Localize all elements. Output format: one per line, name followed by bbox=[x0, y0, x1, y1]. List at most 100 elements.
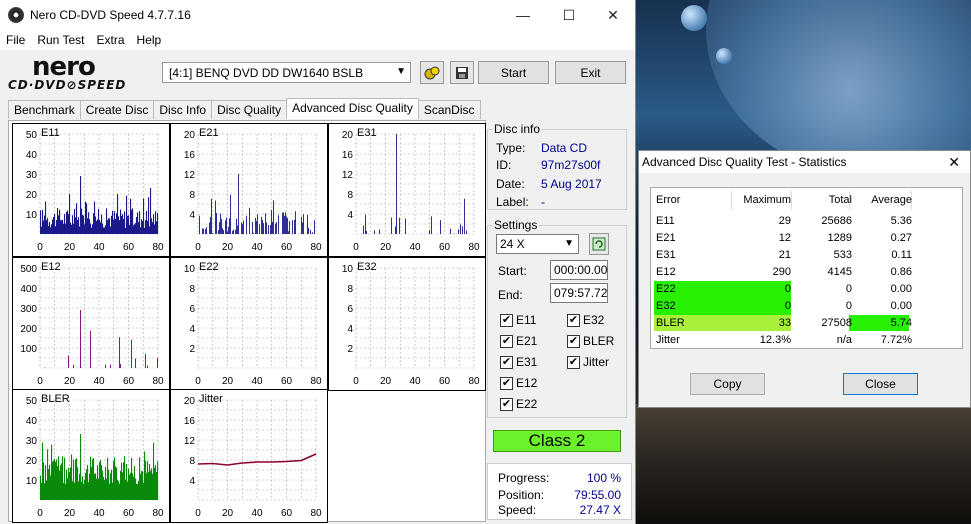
chart-bar bbox=[229, 218, 230, 234]
checkbox-label: E12 bbox=[516, 376, 538, 390]
stats-cell: 29 bbox=[778, 215, 791, 227]
x-tick-label: 20 bbox=[64, 242, 76, 253]
chart-bar bbox=[82, 476, 84, 500]
chart-bar bbox=[144, 227, 146, 234]
checkbox-e21[interactable]: ✔ E21 bbox=[500, 334, 537, 348]
chart-bar bbox=[286, 216, 287, 234]
chart-bar bbox=[226, 217, 227, 234]
chart-bar bbox=[73, 364, 74, 368]
chart-bar bbox=[40, 475, 42, 500]
tab-advanced-disc-quality[interactable]: Advanced Disc Quality bbox=[286, 98, 419, 119]
refresh-drive-button[interactable] bbox=[420, 61, 444, 84]
drive-select[interactable]: [4:1] BENQ DVD DD DW1640 BSLB ▼ bbox=[162, 62, 411, 83]
chart-bar bbox=[220, 213, 221, 234]
y-tick-label: 30 bbox=[26, 436, 38, 447]
title-bar: Nero CD-DVD Speed 4.7.7.16 — ☐ ✕ bbox=[0, 0, 635, 30]
chart-bar bbox=[102, 470, 104, 500]
checkbox-e22[interactable]: ✔ E22 bbox=[500, 397, 537, 411]
chart-bar bbox=[156, 221, 158, 234]
menu-file[interactable]: File bbox=[6, 33, 25, 47]
chart-bar bbox=[228, 227, 229, 234]
start-label: Start: bbox=[498, 264, 527, 278]
chart-bar bbox=[130, 472, 132, 500]
chart-bar bbox=[117, 479, 119, 500]
stats-cell: Jitter bbox=[656, 334, 680, 346]
checkbox-e12[interactable]: ✔ E12 bbox=[500, 376, 537, 390]
checkbox-label: E21 bbox=[516, 334, 538, 348]
chart-bar bbox=[209, 222, 210, 234]
chart-bar bbox=[222, 227, 223, 234]
chart-bar bbox=[141, 219, 143, 234]
chart-bar bbox=[399, 217, 400, 234]
y-tick-label: 6 bbox=[347, 304, 353, 315]
minimize-icon[interactable]: — bbox=[500, 0, 546, 30]
menu-extra[interactable]: Extra bbox=[96, 33, 124, 47]
checkbox-bler[interactable]: ✔ BLER bbox=[567, 334, 614, 348]
maximize-icon[interactable]: ☐ bbox=[546, 0, 592, 30]
chart-bar bbox=[113, 219, 115, 234]
save-button[interactable] bbox=[450, 61, 474, 84]
chart-bar bbox=[140, 473, 142, 500]
chart-bar bbox=[119, 337, 120, 368]
chart-bar bbox=[90, 223, 92, 234]
chart-bar bbox=[74, 208, 76, 234]
start-field[interactable]: 000:00.00 bbox=[550, 260, 608, 280]
chart-bar bbox=[129, 474, 131, 500]
close-button[interactable]: Close bbox=[843, 373, 918, 395]
checkbox-e11[interactable]: ✔ E11 bbox=[500, 313, 536, 327]
chart-bar bbox=[97, 219, 99, 234]
chart-bar bbox=[73, 223, 75, 234]
tab-scandisc[interactable]: ScanDisc bbox=[417, 100, 481, 119]
tab-create-disc[interactable]: Create Disc bbox=[79, 100, 155, 119]
copy-button[interactable]: Copy bbox=[690, 373, 765, 395]
chart-bar bbox=[263, 223, 264, 234]
checkbox-e31[interactable]: ✔ E31 bbox=[500, 355, 537, 369]
chart-bar bbox=[138, 222, 140, 234]
tab-benchmark[interactable]: Benchmark bbox=[8, 100, 81, 119]
chart-bar bbox=[143, 198, 145, 234]
speed-select[interactable]: 24 X ▼ bbox=[496, 234, 579, 254]
stats-cell: 0 bbox=[784, 283, 791, 295]
refresh-speed-button[interactable] bbox=[589, 233, 609, 255]
y-tick-label: 8 bbox=[189, 284, 195, 295]
chart-bar bbox=[62, 456, 64, 500]
date-value: 5 Aug 2017 bbox=[541, 177, 602, 191]
chart-bar bbox=[146, 210, 148, 234]
chart-bar bbox=[58, 456, 60, 500]
chart-e12: 500 400 300 200 100 0 20 40 60 80 E12 bbox=[20, 261, 164, 387]
start-button[interactable]: Start bbox=[478, 61, 549, 84]
chart-bar bbox=[205, 229, 206, 234]
tab-disc-info[interactable]: Disc Info bbox=[153, 100, 213, 119]
chart-bar bbox=[71, 454, 73, 500]
moon-image bbox=[716, 48, 732, 64]
close-icon[interactable]: ✕ bbox=[948, 154, 960, 171]
menu-help[interactable]: Help bbox=[137, 33, 162, 47]
chart-bar bbox=[89, 473, 91, 500]
chart-bar bbox=[133, 476, 135, 500]
checkbox-jitter[interactable]: ✔ Jitter bbox=[567, 355, 609, 369]
chart-bar bbox=[147, 365, 148, 368]
statistics-title: Advanced Disc Quality Test - Statistics bbox=[642, 155, 847, 169]
chart-bar bbox=[273, 200, 274, 234]
end-field[interactable]: 079:57.72 bbox=[550, 283, 608, 303]
chart-bar bbox=[41, 226, 43, 234]
chart-bar bbox=[42, 442, 44, 500]
speed-label: Speed: bbox=[498, 503, 537, 517]
tab-disc-quality[interactable]: Disc Quality bbox=[211, 100, 288, 119]
chart-bar bbox=[73, 459, 75, 500]
chart-bar bbox=[141, 470, 143, 500]
stats-cell: 5.74 bbox=[890, 317, 912, 329]
chart-bar bbox=[255, 217, 256, 234]
checkbox-e32[interactable]: ✔ E32 bbox=[567, 313, 604, 327]
y-tick-label: 20 bbox=[184, 130, 196, 141]
chart-bar bbox=[105, 364, 106, 368]
menu-run-test[interactable]: Run Test bbox=[37, 33, 84, 47]
close-icon[interactable]: ✕ bbox=[590, 0, 636, 30]
y-tick-label: 400 bbox=[20, 284, 37, 295]
exit-button[interactable]: Exit bbox=[555, 61, 626, 84]
chart-bar bbox=[64, 457, 66, 500]
chart-bar bbox=[157, 358, 158, 368]
chart-bar bbox=[127, 481, 129, 500]
chart-bar bbox=[63, 223, 65, 234]
chart-bar bbox=[110, 364, 111, 368]
